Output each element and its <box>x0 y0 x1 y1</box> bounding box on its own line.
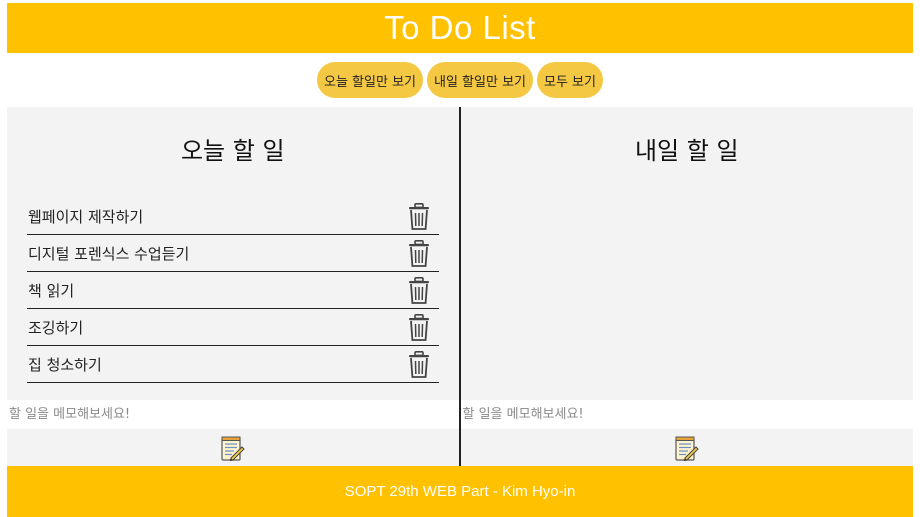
trash-icon[interactable] <box>406 349 432 379</box>
show-today-button[interactable]: 오늘 할일만 보기 <box>317 62 423 98</box>
todo-text: 조깅하기 <box>28 318 84 337</box>
list-item: 조깅하기 <box>27 309 439 346</box>
tomorrow-column: 내일 할 일 <box>459 107 913 466</box>
trash-icon[interactable] <box>406 275 432 305</box>
memo-edit-icon[interactable] <box>674 436 699 462</box>
page-title: To Do List <box>384 9 536 46</box>
today-column: 오늘 할 일 웹페이지 제작하기 디지털 포렌식스 수업듣기 책 읽기 조깅하기… <box>7 107 460 466</box>
todo-columns: 오늘 할 일 웹페이지 제작하기 디지털 포렌식스 수업듣기 책 읽기 조깅하기… <box>7 107 913 466</box>
list-item: 책 읽기 <box>27 272 439 309</box>
filter-bar: 오늘 할일만 보기 내일 할일만 보기 모두 보기 <box>0 62 920 100</box>
todo-text: 디지털 포렌식스 수업듣기 <box>28 244 190 263</box>
tomorrow-title: 내일 할 일 <box>634 137 739 165</box>
list-item: 디지털 포렌식스 수업듣기 <box>27 235 439 272</box>
app-header: To Do List <box>7 3 913 53</box>
trash-icon[interactable] <box>406 312 432 342</box>
todo-text: 책 읽기 <box>28 281 75 300</box>
memo-edit-icon[interactable] <box>221 436 245 462</box>
todo-text: 웹페이지 제작하기 <box>28 207 144 226</box>
footer-text: SOPT 29th WEB Part - Kim Hyo-in <box>344 483 576 500</box>
today-todo-list: 웹페이지 제작하기 디지털 포렌식스 수업듣기 책 읽기 조깅하기 집 청소하기 <box>27 198 439 383</box>
show-tomorrow-button[interactable]: 내일 할일만 보기 <box>427 62 533 98</box>
tomorrow-memo-input[interactable] <box>460 400 913 429</box>
trash-icon[interactable] <box>406 238 432 268</box>
today-memo-input[interactable] <box>7 400 459 429</box>
list-item: 웹페이지 제작하기 <box>27 198 439 235</box>
today-title: 오늘 할 일 <box>180 137 285 165</box>
todo-text: 집 청소하기 <box>28 355 102 374</box>
show-all-button[interactable]: 모두 보기 <box>537 62 603 98</box>
list-item: 집 청소하기 <box>27 346 439 383</box>
page-footer: SOPT 29th WEB Part - Kim Hyo-in <box>7 466 913 517</box>
trash-icon[interactable] <box>406 201 432 231</box>
